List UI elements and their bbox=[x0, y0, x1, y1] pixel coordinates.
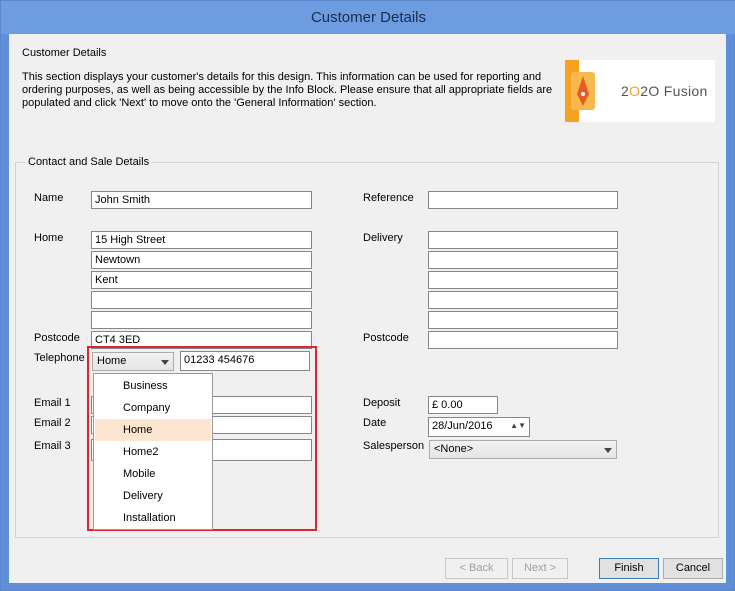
delivery-address-line-5[interactable] bbox=[428, 311, 618, 329]
section-description: This section displays your customer's de… bbox=[22, 71, 553, 109]
chevron-down-icon[interactable] bbox=[604, 448, 612, 453]
reference-label: Reference bbox=[363, 192, 414, 204]
dropdown-option-business[interactable]: Business bbox=[95, 375, 211, 397]
deposit-label: Deposit bbox=[363, 397, 401, 409]
dropdown-option-installation[interactable]: Installation bbox=[95, 507, 211, 529]
dropdown-option-home2[interactable]: Home2 bbox=[95, 441, 211, 463]
home-label: Home bbox=[34, 232, 64, 244]
email-1-label: Email 1 bbox=[34, 397, 71, 409]
home-address-line-2[interactable]: Newtown bbox=[91, 251, 312, 269]
telephone-label: Telephone bbox=[34, 352, 85, 364]
delivery-label: Delivery bbox=[363, 232, 403, 244]
group-label: Contact and Sale Details bbox=[25, 156, 153, 168]
delivery-address-line-1[interactable] bbox=[428, 231, 618, 249]
delivery-postcode-label: Postcode bbox=[363, 332, 409, 344]
delivery-address-line-3[interactable] bbox=[428, 271, 618, 289]
email-2-label: Email 2 bbox=[34, 417, 71, 429]
date-label: Date bbox=[363, 417, 387, 429]
dropdown-option-delivery[interactable]: Delivery bbox=[95, 485, 211, 507]
deposit-field[interactable]: £ 0.00 bbox=[428, 396, 498, 414]
phone-type-dropdown: Business Company Home Home2 Mobile Deliv… bbox=[93, 373, 213, 530]
window-title: Customer Details bbox=[310, 9, 427, 26]
home-address-line-3[interactable]: Kent bbox=[91, 271, 312, 289]
home-address-line-4[interactable] bbox=[91, 291, 312, 309]
dialog-body: Customer Details This section displays y… bbox=[9, 34, 726, 583]
section-title: Customer Details bbox=[22, 47, 107, 59]
delivery-address-line-2[interactable] bbox=[428, 251, 618, 269]
date-picker[interactable]: 28/Jun/2016 ▲▼ bbox=[428, 417, 530, 437]
email-3-label: Email 3 bbox=[34, 440, 71, 452]
reference-field[interactable] bbox=[428, 191, 618, 209]
postcode-label: Postcode bbox=[34, 332, 80, 344]
company-logo: 2O2O Fusion bbox=[565, 60, 715, 122]
logo-text: 2O2O Fusion bbox=[621, 83, 708, 99]
back-button[interactable]: < Back bbox=[445, 558, 508, 579]
name-label: Name bbox=[34, 192, 64, 204]
title-bar[interactable]: Customer Details bbox=[1, 1, 735, 34]
finish-button[interactable]: Finish bbox=[599, 558, 659, 579]
name-field[interactable]: John Smith bbox=[91, 191, 312, 209]
home-address-line-1[interactable]: 15 High Street bbox=[91, 231, 312, 249]
next-button[interactable]: Next > bbox=[512, 558, 568, 579]
salesperson-value: <None> bbox=[434, 443, 474, 455]
logo-pen-icon bbox=[571, 72, 595, 110]
spin-icon[interactable]: ▲▼ bbox=[510, 421, 526, 430]
dropdown-option-company[interactable]: Company bbox=[95, 397, 211, 419]
salesperson-select[interactable]: <None> bbox=[429, 440, 617, 459]
salesperson-label: Salesperson bbox=[363, 440, 425, 452]
delivery-address-line-4[interactable] bbox=[428, 291, 618, 309]
date-value: 28/Jun/2016 bbox=[432, 420, 493, 432]
customer-details-window: Customer Details Customer Details This s… bbox=[0, 0, 735, 591]
dropdown-option-mobile[interactable]: Mobile bbox=[95, 463, 211, 485]
delivery-postcode-field[interactable] bbox=[428, 331, 618, 349]
home-address-line-5[interactable] bbox=[91, 311, 312, 329]
cancel-button[interactable]: Cancel bbox=[663, 558, 723, 579]
dropdown-option-home[interactable]: Home bbox=[95, 419, 211, 441]
